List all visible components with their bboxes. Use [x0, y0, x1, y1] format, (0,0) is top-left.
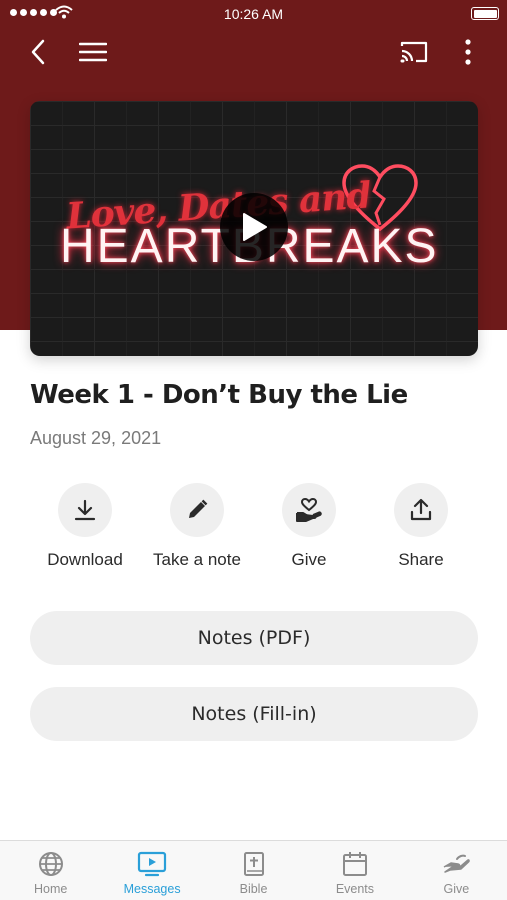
tab-bible-label: Bible — [239, 882, 268, 896]
tab-give-label: Give — [443, 882, 470, 896]
tab-messages-label: Messages — [123, 882, 181, 896]
download-label: Download — [47, 550, 123, 569]
notes-fillin-button[interactable]: Notes (Fill-in) — [30, 687, 478, 741]
give-action[interactable]: Give — [253, 483, 365, 570]
bible-icon — [243, 852, 264, 876]
share-icon — [410, 498, 432, 521]
more-vertical-icon — [465, 39, 471, 65]
tab-home-label: Home — [34, 882, 68, 896]
tab-events-label: Events — [335, 882, 375, 896]
bottom-tab-bar: Home Messages Bible Events Give — [0, 840, 507, 900]
battery-icon — [471, 7, 499, 20]
tv-play-icon — [138, 851, 167, 877]
download-icon — [74, 499, 96, 521]
tab-home[interactable]: Home — [0, 841, 101, 900]
globe-icon — [38, 852, 63, 876]
video-player[interactable]: Love, Dates and HEARTBREAKS — [30, 101, 478, 356]
menu-button[interactable] — [75, 34, 111, 70]
share-button[interactable] — [394, 483, 448, 537]
share-label: Share — [398, 550, 444, 569]
status-time: 10:26 AM — [223, 6, 284, 22]
play-button[interactable] — [220, 193, 288, 261]
status-bar: 10:26 AM — [0, 0, 507, 28]
message-date: August 29, 2021 — [30, 428, 162, 448]
back-button[interactable] — [20, 34, 56, 70]
cast-icon — [400, 41, 428, 63]
share-action[interactable]: Share — [365, 483, 477, 570]
take-note-action[interactable]: Take a note — [141, 483, 253, 570]
take-note-label: Take a note — [153, 550, 241, 569]
give-label: Give — [291, 550, 327, 569]
more-options-button[interactable] — [450, 34, 486, 70]
chevron-left-icon — [31, 39, 45, 65]
message-title: Week 1 - Don’t Buy the Lie — [30, 380, 408, 410]
cast-button[interactable] — [396, 34, 432, 70]
give-button[interactable] — [282, 483, 336, 537]
download-button[interactable] — [58, 483, 112, 537]
tab-bible[interactable]: Bible — [203, 841, 304, 900]
pencil-icon — [189, 499, 208, 518]
play-icon — [243, 213, 267, 241]
tab-messages[interactable]: Messages — [101, 841, 202, 900]
hamburger-menu-icon — [79, 42, 107, 62]
tab-events[interactable]: Events — [304, 841, 405, 900]
give-hand-icon — [443, 854, 471, 873]
download-action[interactable]: Download — [29, 483, 141, 570]
take-note-button[interactable] — [170, 483, 224, 537]
calendar-icon — [342, 852, 367, 876]
notes-pdf-button[interactable]: Notes (PDF) — [30, 611, 478, 665]
tab-give[interactable]: Give — [406, 841, 507, 900]
give-heart-hand-icon — [296, 497, 322, 522]
